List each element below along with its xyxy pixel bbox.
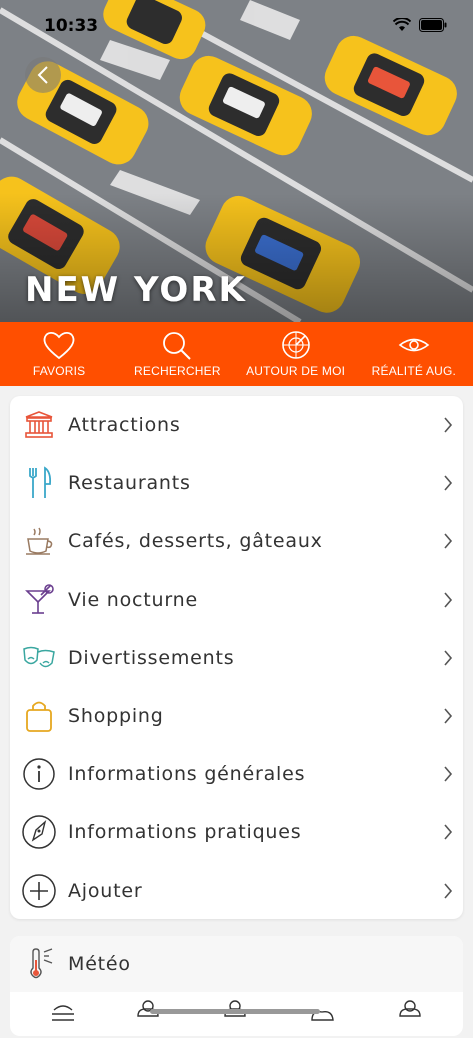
menu-item-nightlife[interactable]: Vie nocturne xyxy=(10,571,463,629)
status-time: 10:33 xyxy=(44,16,99,36)
menu-item-cafes[interactable]: Cafés, desserts, gâteaux xyxy=(10,512,463,570)
radar-icon xyxy=(281,331,310,359)
hero-image: 10:33 NEW YORK xyxy=(0,0,473,322)
menu-item-label: Divertissements xyxy=(68,646,235,669)
menu-item-label: Ajouter xyxy=(68,879,143,902)
eye-icon xyxy=(398,338,430,352)
coffee-cup-icon xyxy=(26,528,53,556)
menu-item-general-info[interactable]: Informations générales xyxy=(10,745,463,803)
chevron-right-icon xyxy=(444,708,453,724)
monument-icon xyxy=(25,411,53,438)
menu-item-label: Shopping xyxy=(68,705,164,728)
menu-item-attractions[interactable]: Attractions xyxy=(10,396,463,454)
fork-knife-icon xyxy=(29,466,52,499)
rain-sun-icon xyxy=(399,1000,421,1017)
around-me-button[interactable]: AUTOUR DE MOI xyxy=(237,322,355,386)
heart-icon xyxy=(43,331,75,360)
back-button[interactable] xyxy=(25,57,61,93)
plus-circle-icon xyxy=(22,873,56,908)
battery-icon xyxy=(419,18,447,32)
theater-masks-icon xyxy=(23,646,55,668)
menu-item-label: Vie nocturne xyxy=(68,588,199,611)
favorites-button[interactable]: FAVORIS xyxy=(0,322,118,386)
menu-item-shopping[interactable]: Shopping xyxy=(10,687,463,745)
menu-item-label: Attractions xyxy=(68,414,181,437)
weather-header: Météo xyxy=(10,936,463,992)
search-icon xyxy=(163,332,192,360)
chevron-right-icon xyxy=(444,824,453,840)
menu-item-label: Informations pratiques xyxy=(68,821,302,844)
status-bar: 10:33 xyxy=(0,14,473,40)
shopping-bag-icon xyxy=(26,701,52,732)
augmented-reality-button[interactable]: RÉALITÉ AUG. xyxy=(355,322,473,386)
chevron-right-icon xyxy=(444,883,453,899)
compass-icon xyxy=(22,815,56,850)
menu-item-label: Informations générales xyxy=(68,763,306,786)
info-icon xyxy=(23,758,55,790)
chevron-right-icon xyxy=(444,533,453,549)
wifi-icon xyxy=(393,18,411,31)
weather-forecast-row xyxy=(10,994,463,1034)
chevron-right-icon xyxy=(444,650,453,666)
cocktail-icon xyxy=(25,583,54,614)
weather-title: Météo xyxy=(68,953,131,975)
fog-icon xyxy=(52,1005,74,1021)
augmented-reality-label: RÉALITÉ AUG. xyxy=(371,364,457,378)
search-button[interactable]: RECHERCHER xyxy=(118,322,236,386)
menu-item-label: Restaurants xyxy=(68,472,191,495)
chevron-right-icon xyxy=(444,475,453,491)
around-me-label: AUTOUR DE MOI xyxy=(246,364,346,378)
menu-item-add[interactable]: Ajouter xyxy=(10,862,463,920)
category-list: Attractions Restaurants Cafés, desserts,… xyxy=(10,396,463,919)
search-label: RECHERCHER xyxy=(134,364,221,378)
chevron-left-icon xyxy=(37,66,48,84)
favorites-label: FAVORIS xyxy=(32,364,86,378)
menu-item-label: Cafés, desserts, gâteaux xyxy=(68,530,323,553)
scroll-indicator[interactable] xyxy=(150,1009,320,1014)
weather-section[interactable]: Météo xyxy=(10,936,463,1036)
chevron-right-icon xyxy=(444,592,453,608)
action-toolbar: FAVORIS RECHERCHER AUTOUR DE MOI RÉALITÉ… xyxy=(0,322,473,386)
status-icons xyxy=(393,18,447,32)
menu-item-practical-info[interactable]: Informations pratiques xyxy=(10,803,463,861)
forecast-icons xyxy=(52,1000,421,1021)
thermometer-icon xyxy=(30,948,53,979)
menu-item-entertainment[interactable]: Divertissements xyxy=(10,629,463,687)
chevron-right-icon xyxy=(444,417,453,433)
chevron-right-icon xyxy=(444,766,453,782)
city-title: NEW YORK xyxy=(25,270,247,310)
menu-item-restaurants[interactable]: Restaurants xyxy=(10,454,463,512)
